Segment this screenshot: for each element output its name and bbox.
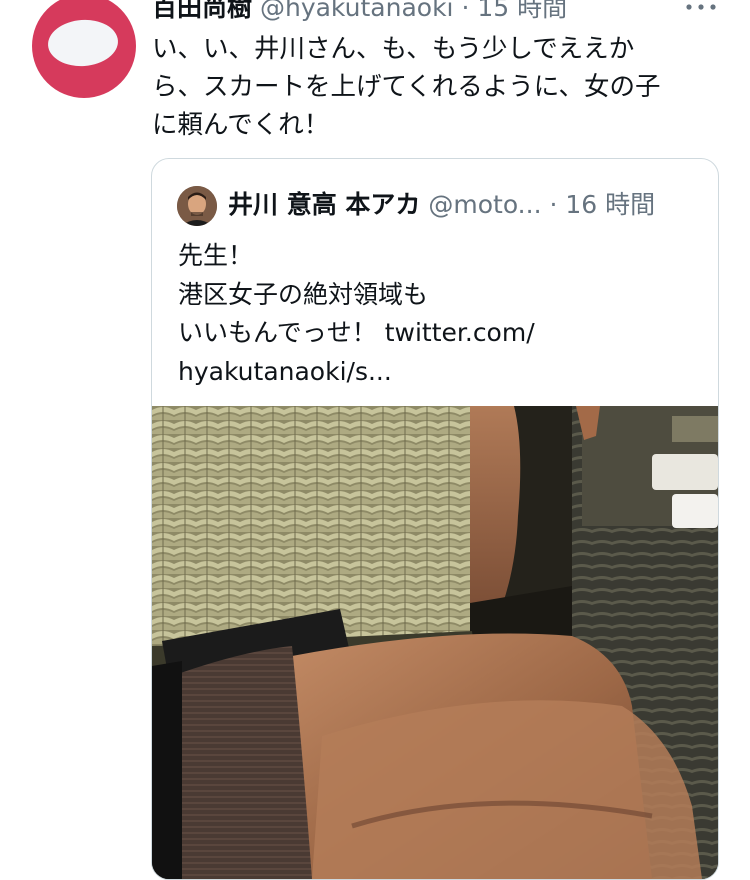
tweet-text-line: い、い、井川さん、も、もう少しでええか (152, 34, 635, 64)
more-options-icon[interactable] (684, 0, 718, 18)
quote-author-name[interactable]: 井川 意高 本アカ (228, 190, 420, 219)
avatar-blur-mask (46, 17, 120, 69)
quote-timestamp[interactable]: 16 時間 (565, 190, 655, 219)
tweet-text: い、い、井川さん、も、もう少しでええか ら、スカートを上げてくれるように、女の子… (152, 30, 727, 144)
quote-text-line: 港区女子の絶対領域も (178, 279, 429, 309)
quote-media-photo[interactable] (152, 406, 718, 879)
separator-dot: · (549, 190, 558, 219)
quote-text-span: いいもんでっせ！ (178, 318, 385, 347)
quote-header: 井川 意高 本アカ @moto... · 16 時間 (228, 187, 655, 223)
author-name[interactable]: 百田尚樹 (152, 0, 252, 22)
quote-author-avatar[interactable] (177, 186, 217, 226)
photo-image (152, 406, 718, 879)
tweet-text-line: に頼んでくれ！ (152, 110, 330, 140)
quote-text: 先生！ 港区女子の絶対領域も いいもんでっせ！ twitter.com/ hya… (178, 237, 698, 391)
tweet-header: 百田尚樹 @hyakutanaoki · 15 時間 (152, 0, 567, 26)
quote-link[interactable]: twitter.com/ (385, 318, 535, 347)
author-handle[interactable]: @hyakutanaoki (260, 0, 454, 22)
quote-author-handle[interactable]: @moto... (428, 190, 541, 219)
tweet-timestamp[interactable]: 15 時間 (477, 0, 567, 22)
separator-dot: · (461, 0, 470, 22)
author-avatar[interactable] (32, 0, 136, 98)
quote-text-line: いいもんでっせ！ twitter.com/ (178, 314, 698, 353)
person-avatar-icon (177, 186, 217, 226)
quote-text-line: 先生！ (178, 241, 254, 270)
quoted-tweet-card[interactable]: 井川 意高 本アカ @moto... · 16 時間 先生！ 港区女子の絶対領域… (151, 158, 719, 880)
quote-text-line: hyakutanaoki/s... (178, 353, 698, 392)
quote-link-continued[interactable]: hyakutanaoki/s... (178, 357, 392, 386)
tweet-text-line: ら、スカートを上げてくれるように、女の子 (152, 72, 661, 102)
